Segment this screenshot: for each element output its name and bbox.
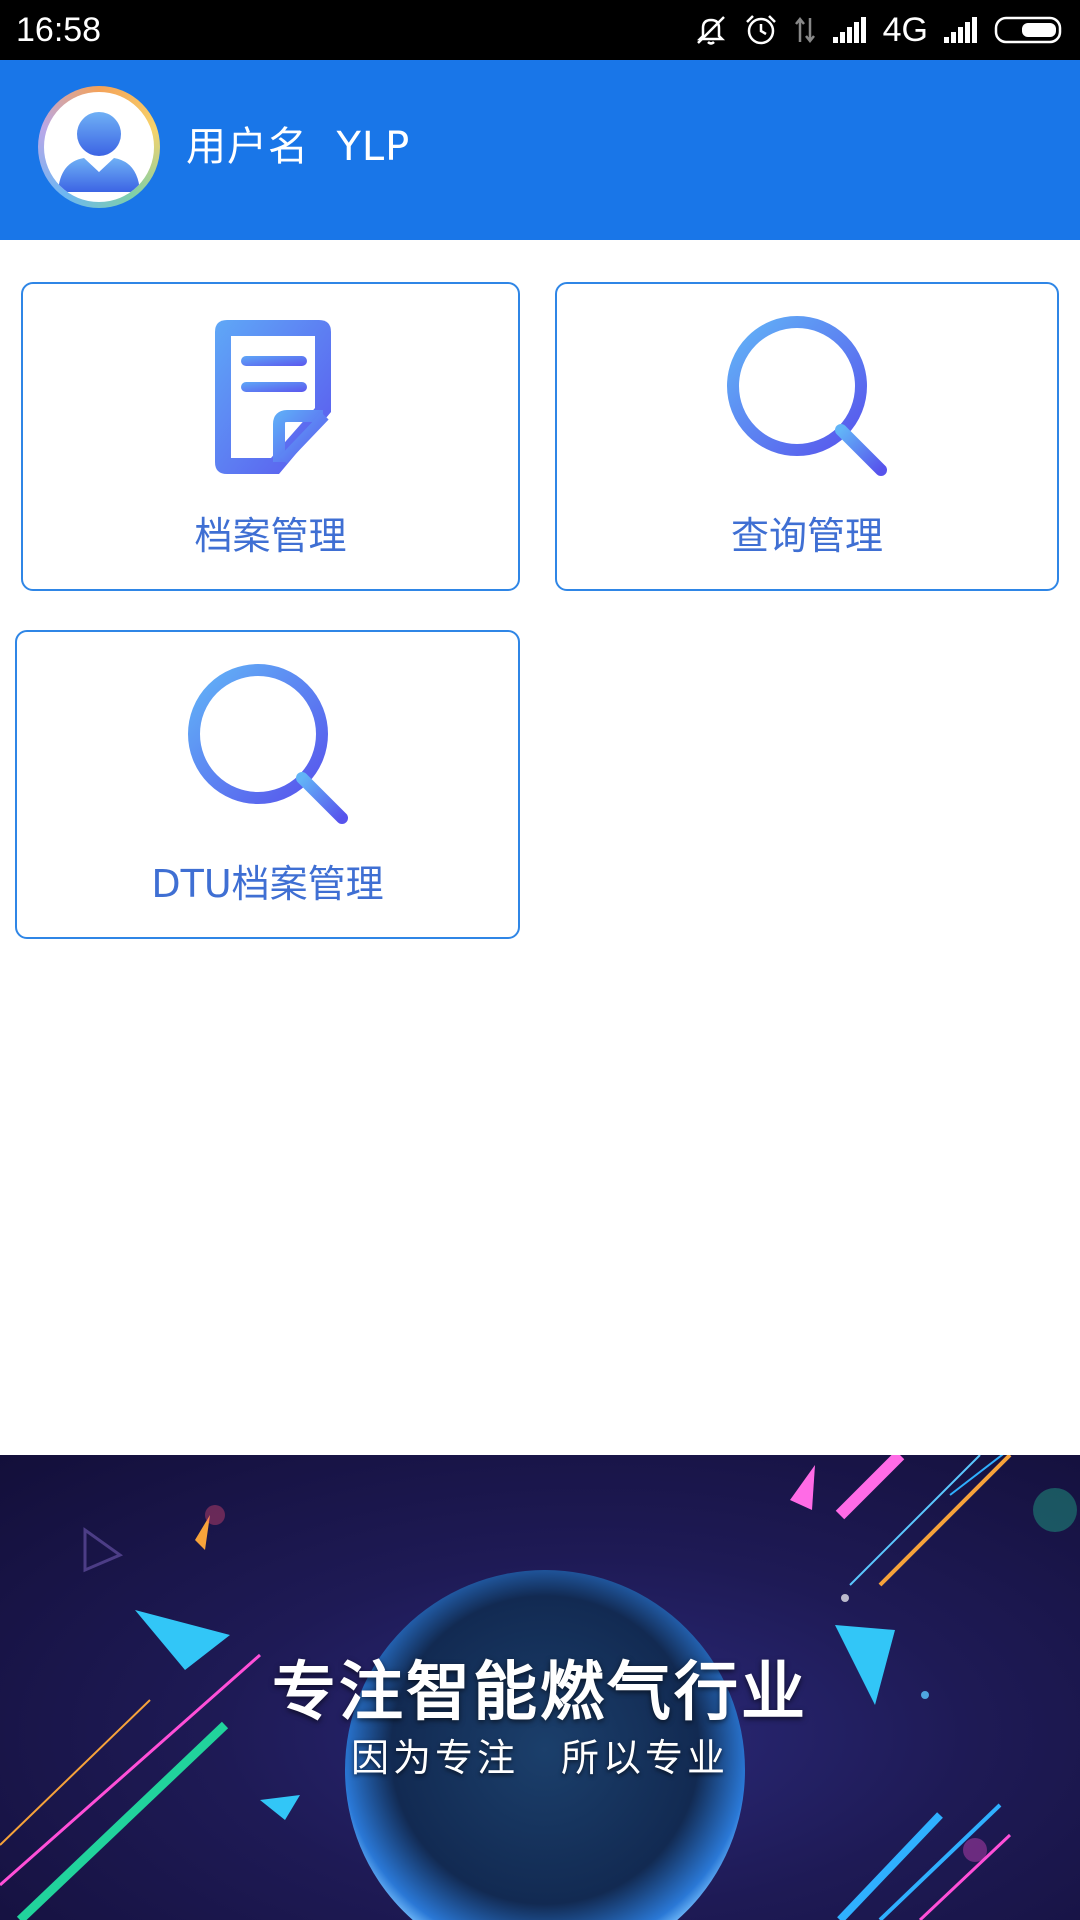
- username-value: YLP: [336, 124, 411, 170]
- alarm-icon: [745, 15, 776, 45]
- signal-icon: [832, 17, 866, 43]
- dtu-archive-management-label: DTU档案管理: [151, 862, 384, 906]
- search-icon: [187, 664, 348, 824]
- dtu-archive-management-card[interactable]: DTU档案管理: [15, 630, 520, 939]
- search-icon: [727, 316, 887, 476]
- battery-icon: [994, 16, 1062, 44]
- banner-subtitle: 因为专注 所以专业: [350, 1736, 729, 1780]
- archive-management-card[interactable]: 档案管理: [21, 282, 520, 591]
- query-management-card[interactable]: 查询管理: [555, 282, 1059, 591]
- user-header: 用户名 YLP: [0, 60, 1080, 240]
- promo-banner[interactable]: 专注智能燃气行业 因为专注 所以专业: [0, 1455, 1080, 1920]
- data-transfer-icon: [794, 16, 815, 44]
- mute-icon: [696, 16, 725, 45]
- status-icons: 4G: [693, 0, 1066, 60]
- query-management-label: 查询管理: [730, 514, 883, 558]
- signal-icon: [944, 17, 977, 43]
- archive-management-label: 档案管理: [194, 514, 347, 558]
- document-icon: [214, 320, 331, 474]
- banner-title: 专注智能燃气行业: [272, 1656, 808, 1730]
- network-type: 4G: [882, 10, 928, 49]
- status-time: 16:58: [16, 11, 102, 49]
- username: 用户名 YLP: [186, 122, 410, 172]
- user-avatar-icon: [58, 112, 140, 192]
- username-label: 用户名: [186, 124, 309, 170]
- avatar[interactable]: [38, 86, 160, 208]
- status-bar: 16:58 4G: [0, 0, 1080, 60]
